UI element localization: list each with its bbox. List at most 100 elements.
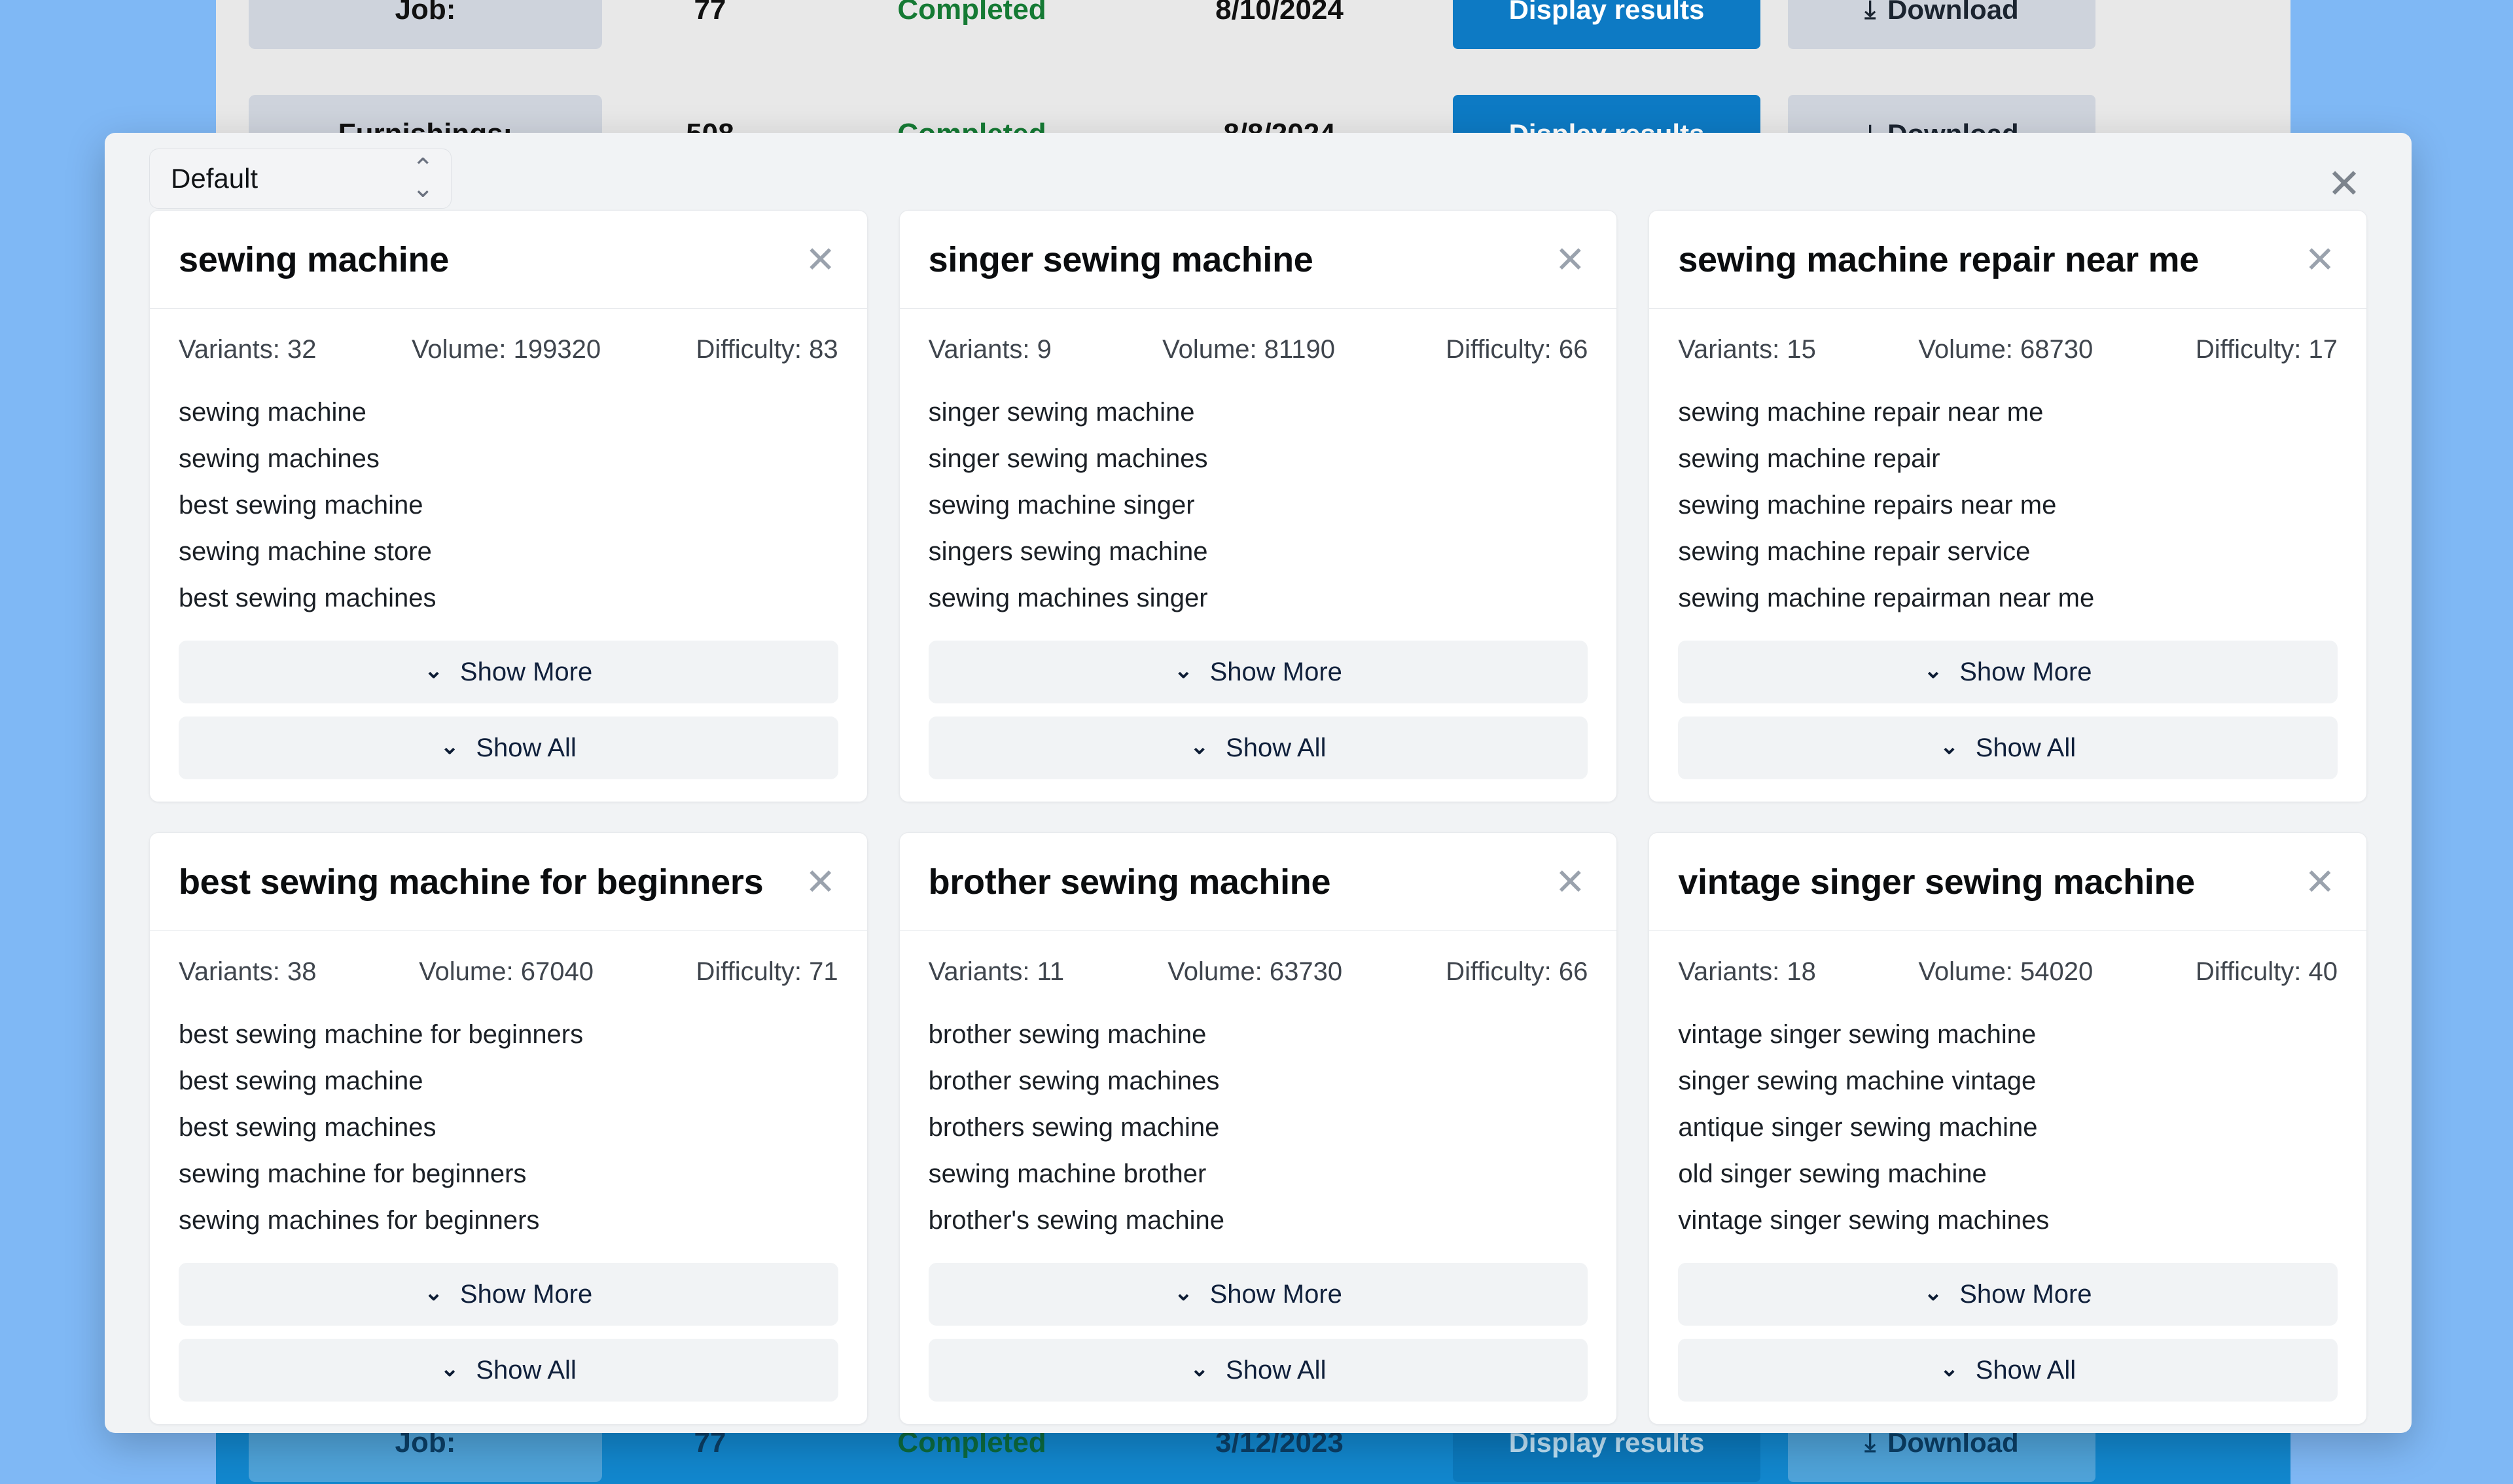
volume-stat: Volume: 63730 — [1167, 957, 1342, 987]
volume-stat: Volume: 54020 — [1918, 957, 2093, 987]
keyword-card: sewing machine repair near me ✕ Variants… — [1649, 210, 2367, 802]
keyword-card-title: singer sewing machine — [929, 239, 1313, 280]
show-all-label: Show All — [1976, 733, 2076, 763]
show-more-button[interactable]: ⌄ Show More — [1678, 641, 2338, 703]
show-more-button[interactable]: ⌄ Show More — [1678, 1263, 2338, 1326]
close-icon[interactable]: ✕ — [802, 241, 840, 279]
list-item: brother sewing machine — [929, 1021, 1588, 1048]
sort-select[interactable]: Default ⌃⌄ — [149, 149, 452, 209]
job-date-cell: 8/10/2024 — [1126, 0, 1433, 26]
table-row[interactable]: Job: 77 Completed 8/10/2024 Display resu… — [216, 0, 2290, 72]
job-count-cell: 77 — [602, 0, 818, 26]
download-button[interactable]: ⤓ Download — [1788, 0, 2095, 49]
variants-stat: Variants: 9 — [929, 335, 1052, 364]
keyword-card-body: Variants: 9 Volume: 81190 Difficulty: 66… — [900, 309, 1617, 802]
show-more-label: Show More — [460, 658, 592, 687]
chevron-down-icon: ⌄ — [440, 1358, 459, 1380]
job-name-cell: Job: — [249, 0, 602, 49]
close-icon[interactable]: ✕ — [1551, 241, 1589, 279]
list-item: sewing machine for beginners — [179, 1160, 838, 1188]
show-more-label: Show More — [460, 1280, 592, 1309]
close-icon[interactable]: ✕ — [1551, 863, 1589, 901]
keyword-card-stats: Variants: 15 Volume: 68730 Difficulty: 1… — [1678, 335, 2338, 364]
show-more-button[interactable]: ⌄ Show More — [929, 1263, 1588, 1326]
keyword-list: brother sewing machine brother sewing ma… — [929, 1021, 1588, 1234]
sort-select-value: Default — [171, 163, 258, 194]
close-icon[interactable]: ✕ — [802, 863, 840, 901]
keyword-card-actions: ⌄ Show More ⌄ Show All — [179, 641, 838, 779]
show-more-label: Show More — [1210, 658, 1342, 687]
keyword-card-title: brother sewing machine — [929, 862, 1331, 902]
list-item: best sewing machine — [179, 1067, 838, 1095]
chevron-down-icon: ⌄ — [1174, 1282, 1193, 1304]
show-all-button[interactable]: ⌄ Show All — [929, 716, 1588, 779]
list-item: sewing machines singer — [929, 584, 1588, 612]
keyword-list: sewing machine repair near me sewing mac… — [1678, 398, 2338, 612]
list-item: singer sewing machine vintage — [1678, 1067, 2338, 1095]
difficulty-stat: Difficulty: 17 — [2196, 335, 2338, 364]
list-item: singers sewing machine — [929, 538, 1588, 565]
keyword-card-body: Variants: 32 Volume: 199320 Difficulty: … — [150, 309, 867, 802]
keyword-card-header: singer sewing machine ✕ — [900, 211, 1617, 309]
difficulty-stat: Difficulty: 71 — [696, 957, 838, 987]
show-all-button[interactable]: ⌄ Show All — [929, 1339, 1588, 1402]
variants-stat: Variants: 18 — [1678, 957, 1816, 987]
list-item: best sewing machines — [179, 1114, 838, 1141]
keyword-card-actions: ⌄ Show More ⌄ Show All — [179, 1263, 838, 1402]
display-results-button[interactable]: Display results — [1453, 0, 1760, 49]
updown-stepper-icon: ⌃⌄ — [412, 160, 434, 197]
list-item: best sewing machine for beginners — [179, 1021, 838, 1048]
keyword-list: best sewing machine for beginners best s… — [179, 1021, 838, 1234]
list-item: singer sewing machines — [929, 445, 1588, 472]
variants-stat: Variants: 32 — [179, 335, 317, 364]
list-item: vintage singer sewing machine — [1678, 1021, 2338, 1048]
keyword-card-stats: Variants: 18 Volume: 54020 Difficulty: 4… — [1678, 957, 2338, 987]
keyword-card-title: vintage singer sewing machine — [1678, 862, 2195, 902]
download-button-label: Download — [1887, 0, 2019, 26]
keyword-list: vintage singer sewing machine singer sew… — [1678, 1021, 2338, 1234]
show-all-button[interactable]: ⌄ Show All — [179, 1339, 838, 1402]
keyword-card-body: Variants: 11 Volume: 63730 Difficulty: 6… — [900, 931, 1617, 1424]
list-item: sewing machine repairs near me — [1678, 491, 2338, 519]
keyword-card: vintage singer sewing machine ✕ Variants… — [1649, 832, 2367, 1424]
keyword-card-stats: Variants: 38 Volume: 67040 Difficulty: 7… — [179, 957, 838, 987]
show-all-button[interactable]: ⌄ Show All — [1678, 1339, 2338, 1402]
list-item: antique singer sewing machine — [1678, 1114, 2338, 1141]
show-all-button[interactable]: ⌄ Show All — [1678, 716, 2338, 779]
show-all-label: Show All — [476, 733, 576, 763]
keyword-card-stats: Variants: 9 Volume: 81190 Difficulty: 66 — [929, 335, 1588, 364]
show-more-button[interactable]: ⌄ Show More — [179, 641, 838, 703]
chevron-down-icon: ⌄ — [1940, 735, 1959, 758]
list-item: best sewing machines — [179, 584, 838, 612]
close-icon[interactable]: ✕ — [2301, 241, 2339, 279]
keyword-clusters-modal: Default ⌃⌄ ✕ sewing machine ✕ Variants: … — [105, 133, 2412, 1433]
keyword-card-title: sewing machine repair near me — [1678, 239, 2199, 280]
keyword-card-grid: sewing machine ✕ Variants: 32 Volume: 19… — [105, 210, 2412, 1424]
keyword-list: singer sewing machine singer sewing mach… — [929, 398, 1588, 612]
volume-stat: Volume: 68730 — [1918, 335, 2093, 364]
keyword-card-actions: ⌄ Show More ⌄ Show All — [1678, 641, 2338, 779]
list-item: brother sewing machines — [929, 1067, 1588, 1095]
show-all-button[interactable]: ⌄ Show All — [179, 716, 838, 779]
keyword-card-header: vintage singer sewing machine ✕ — [1649, 833, 2366, 931]
show-more-button[interactable]: ⌄ Show More — [929, 641, 1588, 703]
keyword-card-header: best sewing machine for beginners ✕ — [150, 833, 867, 931]
show-more-button[interactable]: ⌄ Show More — [179, 1263, 838, 1326]
list-item: best sewing machine — [179, 491, 838, 519]
keyword-card-body: Variants: 38 Volume: 67040 Difficulty: 7… — [150, 931, 867, 1424]
keyword-card: brother sewing machine ✕ Variants: 11 Vo… — [899, 832, 1618, 1424]
chevron-down-icon: ⌄ — [1174, 660, 1193, 682]
difficulty-stat: Difficulty: 66 — [1446, 957, 1588, 987]
download-icon: ⤓ — [1864, 0, 1876, 22]
close-icon[interactable]: ✕ — [2323, 163, 2366, 206]
list-item: sewing machine singer — [929, 491, 1588, 519]
keyword-card: singer sewing machine ✕ Variants: 9 Volu… — [899, 210, 1618, 802]
show-all-label: Show All — [476, 1356, 576, 1385]
chevron-down-icon: ⌄ — [1190, 1358, 1209, 1380]
difficulty-stat: Difficulty: 83 — [696, 335, 838, 364]
keyword-card-body: Variants: 18 Volume: 54020 Difficulty: 4… — [1649, 931, 2366, 1424]
close-icon[interactable]: ✕ — [2301, 863, 2339, 901]
keyword-card-title: best sewing machine for beginners — [179, 862, 763, 902]
variants-stat: Variants: 15 — [1678, 335, 1816, 364]
show-all-label: Show All — [1976, 1356, 2076, 1385]
